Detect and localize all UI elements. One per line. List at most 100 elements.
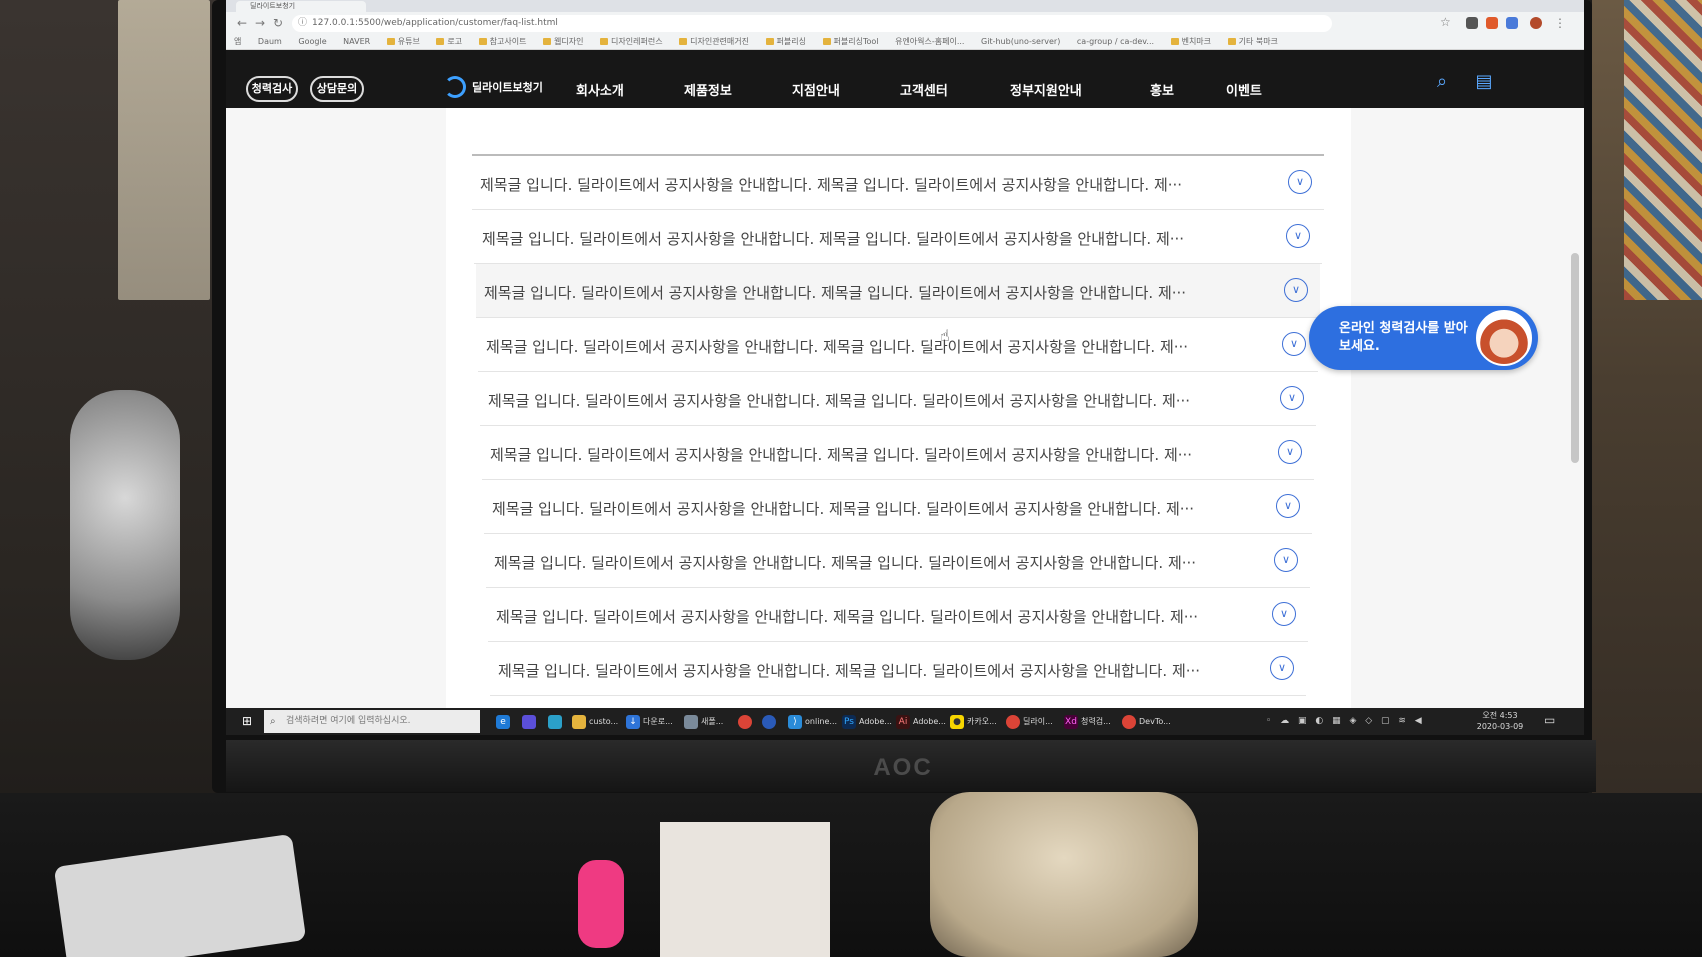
faq-item-title: 제목글 입니다. 딜라이트에서 공지사항을 안내합니다. 제목글 입니다. 딜라… bbox=[492, 500, 1195, 518]
system-tray-icons[interactable]: ◦ ☁ ▣ ◐ ▦ ◈ ◇ ▢ ≋ ◀ bbox=[1266, 712, 1446, 731]
faq-item[interactable]: 제목글 입니다. 딜라이트에서 공지사항을 안내합니다. 제목글 입니다. 딜라… bbox=[488, 588, 1308, 642]
chrome-icon bbox=[1006, 714, 1020, 729]
taskbar-search-placeholder: 검색하려면 여기에 입력하십시오. bbox=[286, 716, 411, 726]
taskbar-app[interactable] bbox=[522, 712, 539, 731]
back-icon[interactable]: ← bbox=[234, 15, 250, 31]
taskbar-app[interactable]: Ps Adobe... bbox=[842, 712, 892, 731]
scrollbar-thumb[interactable] bbox=[1571, 253, 1579, 463]
bookmark-folder[interactable]: 디자인레퍼런스 bbox=[600, 34, 663, 50]
browser-chrome: 딜라이트보청기 ← → ↻ ⓘ 127.0.0.1:5500/web/appli… bbox=[226, 0, 1584, 50]
online-hearing-test-banner[interactable]: 온라인 청력검사를 받아보세요. bbox=[1309, 306, 1538, 370]
bookmark-folder[interactable]: 참고사이트 bbox=[478, 34, 526, 50]
bookmark-folder[interactable]: 벤치마크 bbox=[1170, 34, 1211, 50]
address-bar[interactable]: ⓘ 127.0.0.1:5500/web/application/custome… bbox=[292, 15, 1332, 32]
info-icon[interactable]: ⓘ bbox=[298, 15, 307, 32]
nav-company[interactable]: 회사소개 bbox=[576, 80, 624, 99]
folder-icon bbox=[1227, 38, 1236, 45]
faq-item[interactable]: 제목글 입니다. 딜라이트에서 공지사항을 안내합니다. 제목글 입니다. 딜라… bbox=[480, 372, 1316, 426]
faq-item[interactable]: 제목글 입니다. 딜라이트에서 공지사항을 안내합니다. 제목글 입니다. 딜라… bbox=[490, 642, 1306, 696]
taskbar-app[interactable]: DevTo... bbox=[1122, 712, 1171, 731]
hearing-test-button[interactable]: 청력검사 bbox=[246, 76, 298, 102]
faq-item[interactable]: 제목글 입니다. 딜라이트에서 공지사항을 안내합니다. 제목글 입니다. 딜라… bbox=[484, 480, 1312, 534]
bookmark-item[interactable]: Daum bbox=[258, 34, 282, 50]
chevron-down-icon[interactable]: ∨ bbox=[1288, 170, 1312, 194]
bookmark-item[interactable]: 유엔아웍스-홈페이... bbox=[895, 34, 964, 50]
folder-icon bbox=[822, 38, 831, 45]
taskbar-app[interactable]: ● 카카오... bbox=[950, 712, 997, 731]
nav-promotion[interactable]: 홍보 bbox=[1150, 80, 1174, 99]
faq-item-title: 제목글 입니다. 딜라이트에서 공지사항을 안내합니다. 제목글 입니다. 딜라… bbox=[484, 284, 1187, 302]
bookmark-item[interactable]: ca-group / ca-dev... bbox=[1077, 34, 1154, 50]
taskbar-search[interactable]: ⌕ 검색하려면 여기에 입력하십시오. bbox=[264, 710, 480, 733]
taskbar-app[interactable]: custo... bbox=[572, 712, 618, 731]
extension-icon[interactable] bbox=[1466, 17, 1478, 29]
faq-page: 제목글 입니다. 딜라이트에서 공지사항을 안내합니다. 제목글 입니다. 딜라… bbox=[226, 108, 1584, 708]
search-icon[interactable]: ⌕ bbox=[1430, 70, 1454, 94]
taskbar-clock[interactable]: 오전 4:53 2020-03-09 bbox=[1470, 710, 1530, 732]
bookmark-item[interactable]: 앱 bbox=[234, 34, 241, 50]
bookmark-star-icon[interactable]: ☆ bbox=[1440, 15, 1451, 29]
download-icon: ↓ bbox=[626, 714, 640, 729]
chat-icon[interactable]: ▤ bbox=[1472, 70, 1496, 94]
profile-avatar-icon[interactable] bbox=[1530, 17, 1542, 29]
nav-event[interactable]: 이벤트 bbox=[1226, 80, 1262, 99]
taskbar-app[interactable]: Ai Adobe... bbox=[896, 712, 946, 731]
nav-branches[interactable]: 지점안내 bbox=[792, 80, 840, 99]
bookmark-folder[interactable]: 디자인관련매거진 bbox=[679, 34, 749, 50]
browser-tab[interactable]: 딜라이트보청기 bbox=[236, 1, 366, 12]
forward-icon[interactable]: → bbox=[252, 15, 268, 31]
taskbar-app[interactable] bbox=[762, 712, 779, 731]
taskbar-app[interactable] bbox=[548, 712, 565, 731]
faq-item[interactable]: 제목글 입니다. 딜라이트에서 공지사항을 안내합니다. 제목글 입니다. 딜라… bbox=[474, 210, 1322, 264]
faq-item[interactable]: 제목글 입니다. 딜라이트에서 공지사항을 안내합니다. 제목글 입니다. 딜라… bbox=[486, 534, 1310, 588]
faq-item[interactable]: 제목글 입니다. 딜라이트에서 공지사항을 안내합니다. 제목글 입니다. 딜라… bbox=[476, 264, 1320, 318]
bookmark-folder[interactable]: 퍼블리싱Tool bbox=[822, 34, 879, 50]
bookmark-item[interactable]: NAVER bbox=[343, 34, 370, 50]
bookmark-folder[interactable]: 로고 bbox=[436, 34, 462, 50]
browser-menu-icon[interactable]: ⋮ bbox=[1552, 15, 1568, 31]
paper-box bbox=[660, 822, 830, 957]
taskbar-app[interactable]: ↓ 다운로... bbox=[626, 712, 673, 731]
app-icon bbox=[762, 714, 776, 729]
taskbar-chrome[interactable] bbox=[738, 712, 755, 731]
taskbar-app[interactable]: ⟩ online... bbox=[788, 712, 837, 731]
bookmark-item[interactable]: Google bbox=[298, 34, 326, 50]
chrome-icon bbox=[1122, 714, 1136, 729]
chevron-down-icon[interactable]: ∨ bbox=[1286, 224, 1310, 248]
notification-icon[interactable]: ▭ bbox=[1544, 713, 1555, 727]
reload-icon[interactable]: ↻ bbox=[270, 15, 286, 31]
taskbar-edge[interactable]: e bbox=[496, 712, 513, 731]
extension-icon[interactable] bbox=[1506, 17, 1518, 29]
nav-customer-center[interactable]: 고객센터 bbox=[900, 80, 948, 99]
logo-mark-icon bbox=[444, 76, 466, 98]
screen: 딜라이트보청기 ← → ↻ ⓘ 127.0.0.1:5500/web/appli… bbox=[226, 0, 1584, 735]
faq-item[interactable]: 제목글 입니다. 딜라이트에서 공지사항을 안내합니다. 제목글 입니다. 딜라… bbox=[472, 156, 1324, 210]
bookmark-folder[interactable]: 유튜브 bbox=[386, 34, 420, 50]
faq-item[interactable]: 제목글 입니다. 딜라이트에서 공지사항을 안내합니다. 제목글 입니다. 딜라… bbox=[482, 426, 1314, 480]
site-logo[interactable]: 딜라이트보청기 bbox=[444, 76, 543, 98]
nav-products[interactable]: 제품정보 bbox=[684, 80, 732, 99]
consult-button[interactable]: 상담문의 bbox=[310, 76, 364, 102]
chevron-down-icon[interactable]: ∨ bbox=[1270, 656, 1294, 680]
bookmark-folder[interactable]: 퍼블리싱 bbox=[765, 34, 806, 50]
chevron-down-icon[interactable]: ∨ bbox=[1272, 602, 1296, 626]
extension-icon[interactable] bbox=[1486, 17, 1498, 29]
chevron-down-icon[interactable]: ∨ bbox=[1282, 332, 1306, 356]
bookmark-item[interactable]: Git-hub(uno-server) bbox=[981, 34, 1060, 50]
taskbar-app[interactable]: 새폴... bbox=[684, 712, 723, 731]
chevron-down-icon[interactable]: ∨ bbox=[1278, 440, 1302, 464]
taskbar-app[interactable]: Xd 청력검... bbox=[1064, 712, 1111, 731]
taskbar-app[interactable]: 딜라이... bbox=[1006, 712, 1053, 731]
nav-government-support[interactable]: 정부지원안내 bbox=[1010, 80, 1082, 99]
chevron-down-icon[interactable]: ∨ bbox=[1280, 386, 1304, 410]
right-gutter bbox=[1351, 108, 1584, 708]
other-bookmarks[interactable]: 기타 북마크 bbox=[1227, 34, 1278, 50]
windows-start-icon[interactable]: ⊞ bbox=[240, 714, 254, 728]
chevron-down-icon[interactable]: ∨ bbox=[1284, 278, 1308, 302]
folder-icon bbox=[1170, 38, 1179, 45]
adobe-icon: Ai bbox=[896, 714, 910, 729]
chevron-down-icon[interactable]: ∨ bbox=[1274, 548, 1298, 572]
faq-item[interactable]: 제목글 입니다. 딜라이트에서 공지사항을 안내합니다. 제목글 입니다. 딜라… bbox=[478, 318, 1318, 372]
chevron-down-icon[interactable]: ∨ bbox=[1276, 494, 1300, 518]
bookmark-folder[interactable]: 웹디자인 bbox=[543, 34, 583, 50]
